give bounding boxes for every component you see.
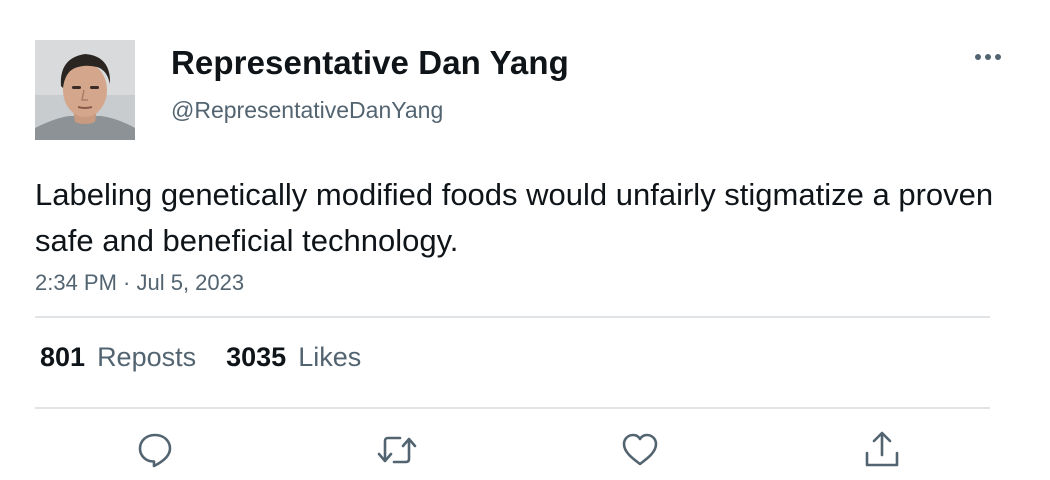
more-options-button[interactable]	[970, 44, 1006, 70]
tweet-timestamp[interactable]: 2:34 PM · Jul 5, 2023	[35, 270, 244, 296]
avatar-photo	[35, 40, 135, 140]
reposts-stat[interactable]: 801 Reposts	[40, 342, 196, 373]
author-display-name[interactable]: Representative Dan Yang	[171, 44, 569, 82]
repost-button[interactable]	[375, 428, 419, 472]
reply-button[interactable]	[133, 428, 177, 472]
reply-icon	[138, 433, 172, 468]
author-handle[interactable]: @RepresentativeDanYang	[171, 97, 443, 124]
share-icon	[865, 431, 899, 467]
avatar[interactable]	[35, 40, 135, 140]
repost-icon	[377, 436, 417, 464]
like-icon	[622, 433, 658, 466]
divider	[35, 316, 990, 318]
like-button[interactable]	[618, 428, 662, 472]
tweet-card: Representative Dan Yang @RepresentativeD…	[0, 0, 1050, 480]
divider	[35, 407, 990, 409]
likes-label: Likes	[298, 342, 362, 372]
engagement-stats: 801 Reposts 3035 Likes	[40, 342, 361, 373]
likes-count: 3035	[226, 342, 287, 372]
reposts-count: 801	[40, 342, 86, 372]
reposts-label: Reposts	[97, 342, 197, 372]
likes-stat[interactable]: 3035 Likes	[226, 342, 361, 373]
tweet-text: Labeling genetically modified foods woul…	[35, 177, 994, 258]
more-icon	[975, 54, 1001, 60]
share-button[interactable]	[860, 428, 904, 472]
